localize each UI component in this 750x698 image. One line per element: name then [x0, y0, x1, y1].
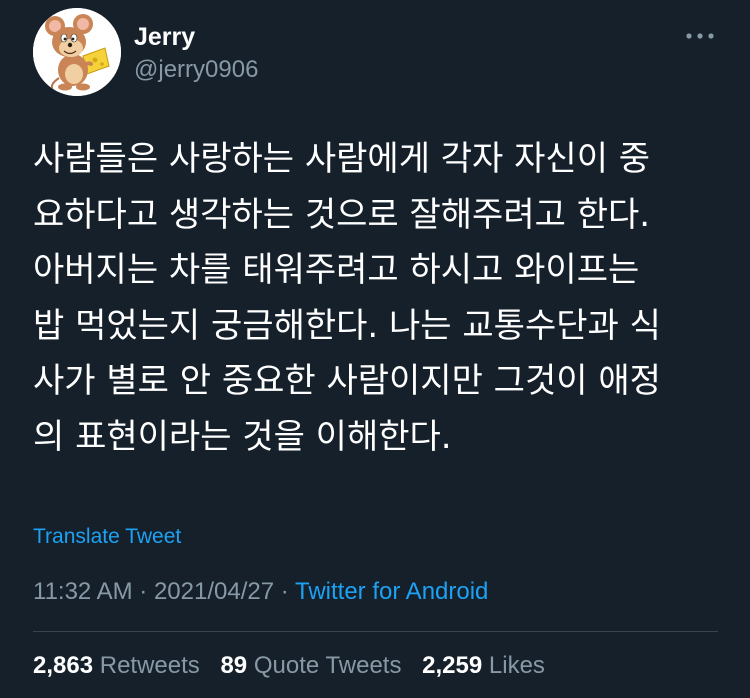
translate-tweet-link[interactable]: Translate Tweet: [33, 524, 181, 550]
retweets-label: Retweets: [99, 652, 200, 679]
jerry-mouse-avatar-icon: [33, 8, 121, 96]
tweet-date[interactable]: 2021/04/27: [154, 578, 274, 605]
avatar[interactable]: [33, 8, 121, 96]
retweets-stat[interactable]: 2,863 Retweets: [33, 651, 200, 681]
engagement-stats: 2,863 Retweets 89 Quote Tweets 2,259 Lik…: [33, 651, 559, 681]
tweet-body-text: 사람들은 사랑하는 사람에게 각자 자신이 중 요하다고 생각하는 것으로 잘해…: [33, 139, 661, 457]
tweet-metadata: 11:32 AM · 2021/04/27 · Twitter for Andr…: [33, 577, 488, 607]
more-options-button[interactable]: [678, 22, 722, 50]
quote-tweets-count: 89: [220, 652, 248, 679]
divider: [33, 631, 718, 632]
quote-tweets-stat[interactable]: 89 Quote Tweets: [220, 651, 401, 681]
likes-label: Likes: [488, 652, 545, 679]
meta-separator: ·: [132, 578, 154, 605]
tweet-source-link[interactable]: Twitter for Android: [295, 578, 488, 605]
author-display-name[interactable]: Jerry: [134, 22, 195, 52]
tweet-detail: Jerry @jerry0906 사람들은 사랑하는 사람에게 각자 자신이 중…: [0, 0, 750, 698]
author-handle[interactable]: @jerry0906: [134, 56, 258, 84]
more-horizontal-icon: [686, 33, 714, 39]
retweets-count: 2,863: [33, 652, 94, 679]
quote-tweets-label: Quote Tweets: [253, 652, 402, 679]
tweet-time[interactable]: 11:32 AM: [33, 578, 133, 605]
likes-stat[interactable]: 2,259 Likes: [422, 651, 545, 681]
meta-separator: ·: [274, 578, 295, 605]
likes-count: 2,259: [422, 652, 483, 679]
